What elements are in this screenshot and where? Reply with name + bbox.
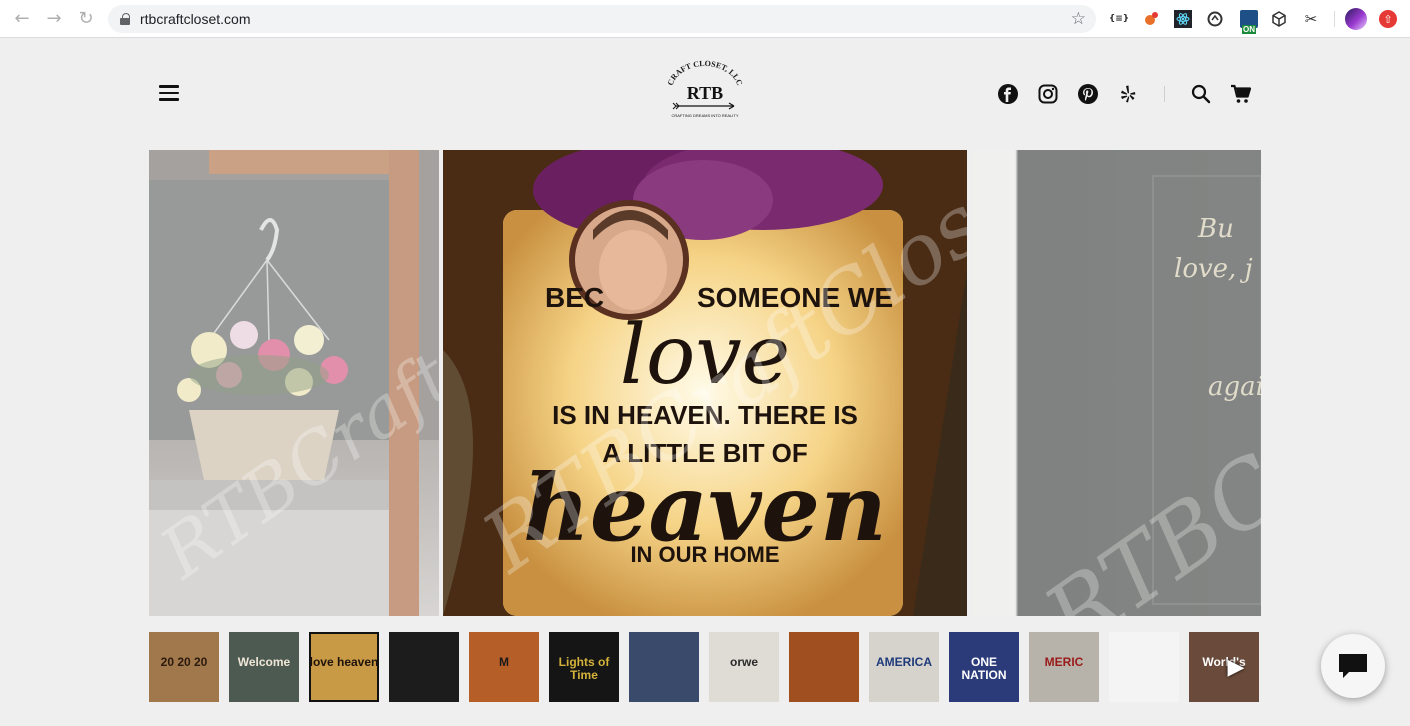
thumbnail-label: ONE NATION [961,655,1007,683]
thumbnail-label: Lights of Time [558,655,610,683]
arrow-right-icon[interactable]: → [38,0,70,38]
toolbar-divider [1334,11,1335,27]
extension-on-icon[interactable]: ON [1240,10,1258,34]
glass-line1-start: BEC [545,282,605,313]
thumbnail-label: love heaven [309,655,379,669]
thumbnail-item[interactable]: M [469,632,539,702]
arrow-left-icon[interactable]: ← [6,0,38,38]
header-divider [1164,86,1165,102]
logo-initials: RTB [687,83,723,103]
react-devtools-icon[interactable] [1174,10,1192,28]
chat-bubble-icon[interactable] [1321,634,1385,698]
yelp-icon[interactable] [1117,83,1139,105]
scissors-icon[interactable]: ✂ [1302,10,1320,28]
extension-badge-icon[interactable] [1141,10,1159,28]
thumbnail-item[interactable]: AMERICA [869,632,939,702]
thumbnail-label: 20 20 20 [160,655,208,669]
facebook-icon[interactable] [997,83,1019,105]
thumbnail-item[interactable]: Welcome [229,632,299,702]
slide-chalkboard-frame[interactable]: Bu love, j agains RTBCraftCloset [972,150,1261,616]
bookmark-star-icon[interactable]: ☆ [1071,9,1086,29]
thumbnail-label: AMERICA [876,655,932,669]
slide-glass-block[interactable]: BEC SOMEONE WE love IS IN HEAVEN. THERE … [443,150,967,616]
thumbnail-item[interactable]: orwe [709,632,779,702]
thumbnail-item[interactable]: 20 20 20 [149,632,219,702]
cart-icon[interactable] [1230,83,1252,105]
thumbnail-item[interactable] [789,632,859,702]
lock-icon [120,13,130,25]
logo-tagline: CRAFTING DREAMS INTO REALITY [671,113,738,118]
search-icon[interactable] [1190,83,1212,105]
reload-icon[interactable]: ↻ [70,0,102,38]
thumbnail-item[interactable]: Lights of Time [549,632,619,702]
cube-icon[interactable] [1270,10,1288,28]
thumbnail-strip: 20 20 20 Welcome love heaven M Lights of Tim… [149,632,1261,702]
thumbnail-label: orwe [729,655,758,669]
update-icon[interactable]: ⇧ [1379,10,1397,28]
thumbnail-item[interactable]: love heaven [309,632,379,702]
hamburger-menu-icon[interactable] [159,85,179,101]
address-bar[interactable]: rtbcraftcloset.com ☆ [108,5,1096,33]
thumbnail-item[interactable]: MERIC [1029,632,1099,702]
thumbnail-item[interactable] [1109,632,1179,702]
thumbnail-item[interactable]: ONE NATION [949,632,1019,702]
pinterest-icon[interactable] [1077,83,1099,105]
thumbnail-label: MERIC [1044,655,1084,669]
product-slideshow[interactable]: RTBCraftCloset [149,150,1261,616]
url-text[interactable]: rtbcraftcloset.com [140,11,250,27]
extension-badge-label: ON [1242,25,1256,34]
thumbnail-item[interactable] [629,632,699,702]
site-logo[interactable]: CRAFT CLOSET, LLC RTB CRAFTING DREAMS IN… [664,59,746,124]
slide-flower-planter[interactable]: RTBCraftCloset [149,150,439,616]
thumbnail-label: Welcome [237,655,291,669]
thumbnail-item[interactable] [389,632,459,702]
json-viewer-icon[interactable]: {≡} [1109,10,1129,28]
instagram-icon[interactable] [1037,83,1059,105]
profile-avatar-icon[interactable] [1345,8,1367,30]
play-next-icon[interactable]: ▶ [1222,652,1250,682]
thumbnail-label: M [499,655,509,669]
extension-ring-icon[interactable] [1206,10,1224,28]
browser-toolbar: ← → ↻ rtbcraftcloset.com ☆ {≡} ON ✂ ⇧ [0,0,1410,38]
